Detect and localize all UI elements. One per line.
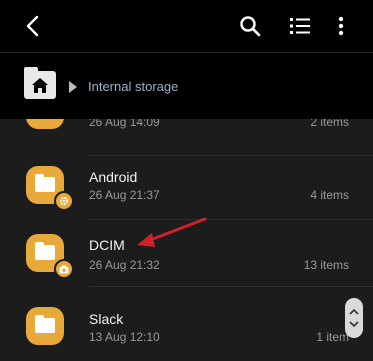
folder-icon [26, 119, 64, 129]
camera-icon [54, 259, 74, 279]
folder-count: 13 items [303, 258, 349, 272]
fast-scroll-thumb[interactable] [345, 298, 363, 338]
folder-name: Slack [89, 311, 124, 327]
folder-count: 2 items [310, 119, 349, 129]
search-icon[interactable] [236, 12, 264, 40]
folder-date: 13 Aug 12:10 [89, 330, 160, 344]
back-arrow-icon[interactable] [18, 12, 46, 40]
list-view-icon[interactable] [286, 12, 314, 40]
folder-icon [26, 166, 74, 211]
folder-date: 26 Aug 14:09 [89, 119, 160, 129]
folder-name: Android [89, 169, 138, 185]
folder-name: DCIM [89, 237, 125, 253]
folder-count: 1 item [316, 330, 349, 344]
folder-date: 26 Aug 21:37 [89, 188, 160, 202]
chevron-up-icon [349, 309, 359, 315]
list-item-dcim[interactable]: DCIM 26 Aug 21:32 13 items [0, 220, 373, 286]
list-item[interactable]: 26 Aug 14:09 2 items [0, 119, 373, 147]
folder-date: 26 Aug 21:32 [89, 258, 160, 272]
list-item-android[interactable]: Android 26 Aug 21:37 4 items [0, 156, 373, 222]
top-toolbar [0, 0, 373, 52]
folder-icon [26, 234, 74, 279]
breadcrumb-internal-storage[interactable]: Internal storage [88, 79, 178, 94]
folder-list: 26 Aug 14:09 2 items Android 26 Aug 21:3… [0, 119, 373, 361]
list-item-slack[interactable]: Slack 13 Aug 12:10 1 item [0, 287, 373, 353]
breadcrumb: Internal storage [0, 53, 373, 119]
breadcrumb-chevron-icon [69, 81, 77, 93]
home-folder-icon[interactable] [24, 67, 56, 99]
chevron-down-icon [349, 321, 359, 327]
gear-icon [54, 191, 74, 211]
more-vertical-icon[interactable] [327, 12, 355, 40]
folder-count: 4 items [310, 188, 349, 202]
folder-icon [26, 307, 64, 345]
